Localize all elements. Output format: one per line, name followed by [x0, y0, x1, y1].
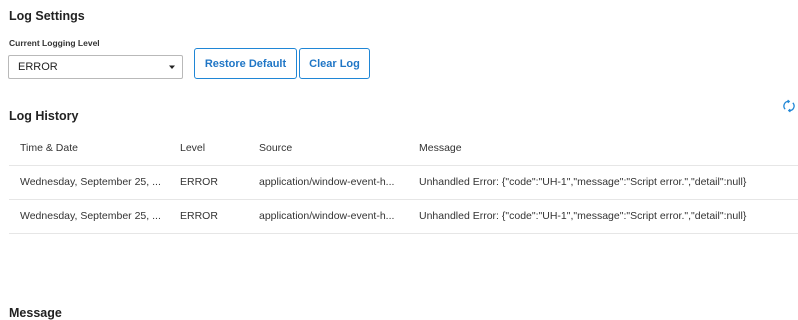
- row-source: application/window-event-h...: [259, 176, 395, 188]
- log-settings-title: Log Settings: [9, 9, 85, 23]
- column-header-source[interactable]: Source: [259, 132, 411, 165]
- row-message: Unhandled Error: {"code":"UH-1","message…: [419, 210, 747, 222]
- logging-level-select[interactable]: ERROR: [8, 55, 183, 79]
- column-header-message[interactable]: Message: [419, 132, 797, 165]
- log-history-title: Log History: [9, 109, 79, 123]
- table-row[interactable]: Wednesday, September 25, ... ERROR appli…: [9, 166, 798, 200]
- clear-log-button[interactable]: Clear Log: [299, 48, 370, 79]
- restore-default-button[interactable]: Restore Default: [194, 48, 297, 79]
- logging-level-value: ERROR: [18, 61, 58, 73]
- row-time: Wednesday, September 25, ...: [20, 176, 161, 188]
- row-level: ERROR: [180, 176, 218, 188]
- row-time: Wednesday, September 25, ...: [20, 210, 161, 222]
- row-message: Unhandled Error: {"code":"UH-1","message…: [419, 176, 747, 188]
- row-source: application/window-event-h...: [259, 210, 395, 222]
- column-header-time[interactable]: Time & Date: [20, 132, 170, 165]
- refresh-icon[interactable]: [782, 99, 796, 113]
- log-history-table: Time & Date Level Source Message Wednesd…: [9, 132, 798, 234]
- table-row[interactable]: Wednesday, September 25, ... ERROR appli…: [9, 200, 798, 234]
- message-title: Message: [9, 306, 62, 320]
- chevron-down-icon: [169, 65, 175, 69]
- row-level: ERROR: [180, 210, 218, 222]
- logging-level-label: Current Logging Level: [9, 38, 100, 48]
- table-header-row: Time & Date Level Source Message: [9, 132, 798, 166]
- column-header-level[interactable]: Level: [180, 132, 250, 165]
